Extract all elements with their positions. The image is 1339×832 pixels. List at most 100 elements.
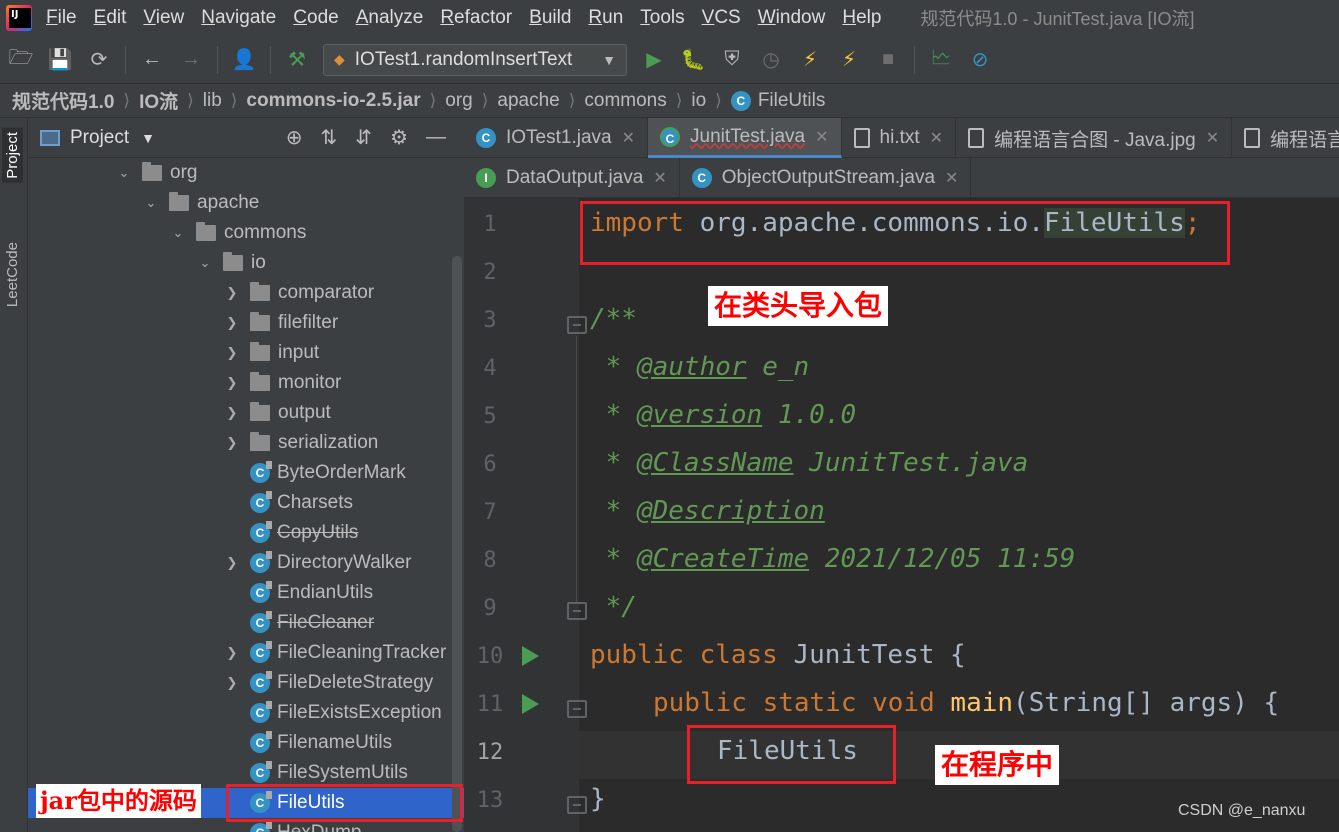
editor-tab[interactable]: C JunitTest.java ✕ <box>648 118 842 158</box>
tree-class-FileDeleteStrategy[interactable]: ❯ C FileDeleteStrategy <box>28 668 464 698</box>
close-icon[interactable]: ✕ <box>653 168 666 188</box>
breadcrumb-lib[interactable]: lib <box>203 90 222 112</box>
expand-all-icon[interactable]: ⇅ <box>321 125 338 150</box>
forward-arrow-icon[interactable]: → <box>178 47 204 73</box>
coverage-icon[interactable]: ⛨ <box>719 47 745 73</box>
tree-class-EndianUtils[interactable]: C EndianUtils <box>28 578 464 608</box>
breadcrumb-project[interactable]: 规范代码1.0 <box>12 87 114 114</box>
run-configuration-select[interactable]: ◆ IOTest1.randomInsertText ▼ <box>323 43 627 76</box>
close-icon[interactable]: ✕ <box>622 128 635 148</box>
tree-folder-monitor[interactable]: ❯ monitor <box>28 368 464 398</box>
close-icon[interactable]: ✕ <box>945 168 958 188</box>
chevron-down-icon[interactable]: ⌄ <box>197 255 213 271</box>
fold-toggle-icon[interactable] <box>567 602 587 620</box>
menu-navigate[interactable]: Navigate <box>201 7 276 29</box>
menu-window[interactable]: Window <box>758 7 826 29</box>
tree-folder-org[interactable]: ⌄ org <box>28 158 464 188</box>
tree-folder-commons[interactable]: ⌄ commons <box>28 218 464 248</box>
chevron-right-icon[interactable]: ❯ <box>224 435 240 451</box>
menu-build[interactable]: Build <box>529 7 571 29</box>
menu-run[interactable]: Run <box>588 7 623 29</box>
lightning-icon[interactable]: ⚡ <box>797 47 823 73</box>
debug-bug-icon[interactable]: 🐛 <box>680 47 706 73</box>
save-icon[interactable]: 💾 <box>47 47 73 73</box>
editor-tab[interactable]: C ObjectOutputStream.java ✕ <box>680 158 972 198</box>
menu-analyze[interactable]: Analyze <box>356 7 424 29</box>
stop-icon[interactable]: ■ <box>875 47 901 73</box>
tree-folder-apache[interactable]: ⌄ apache <box>28 188 464 218</box>
editor-tab[interactable]: 编程语言 <box>1232 118 1339 158</box>
minimize-icon[interactable]: — <box>426 126 446 149</box>
tree-folder-filefilter[interactable]: ❯ filefilter <box>28 308 464 338</box>
menu-code[interactable]: Code <box>293 7 338 29</box>
breadcrumb-commons[interactable]: commons <box>584 90 666 112</box>
chevron-right-icon[interactable]: ❯ <box>224 645 240 661</box>
prohibited-icon[interactable]: ⊘ <box>967 47 993 73</box>
chevron-right-icon[interactable]: ❯ <box>224 315 240 331</box>
close-icon[interactable]: ✕ <box>815 127 828 147</box>
profile-icon[interactable]: ◷ <box>758 47 784 73</box>
chevron-down-icon[interactable]: ⌄ <box>170 225 186 241</box>
sync-icon[interactable]: ⟳ <box>86 47 112 73</box>
tree-class-FileCleaningTracker[interactable]: ❯ C FileCleaningTracker <box>28 638 464 668</box>
project-tool-tab[interactable]: Project <box>2 128 23 183</box>
menu-help[interactable]: Help <box>842 7 881 29</box>
chevron-right-icon[interactable]: ❯ <box>224 405 240 421</box>
tree-folder-output[interactable]: ❯ output <box>28 398 464 428</box>
open-folder-icon[interactable]: 🗁 <box>8 47 34 73</box>
breadcrumb-apache[interactable]: apache <box>497 90 559 112</box>
menu-edit[interactable]: Edit <box>94 7 127 29</box>
chevron-right-icon[interactable]: ❯ <box>224 285 240 301</box>
close-icon[interactable]: ✕ <box>930 128 943 148</box>
editor-tab[interactable]: C IOTest1.java ✕ <box>464 118 649 158</box>
breadcrumb-module[interactable]: IO流 <box>139 87 178 114</box>
tree-folder-io[interactable]: ⌄ io <box>28 248 464 278</box>
tree-class-FileCleaner[interactable]: C FileCleaner <box>28 608 464 638</box>
menu-vcs[interactable]: VCS <box>702 7 741 29</box>
tree-class-ByteOrderMark[interactable]: C ByteOrderMark <box>28 458 464 488</box>
run-class-icon[interactable] <box>522 646 539 666</box>
tree-folder-serialization[interactable]: ❯ serialization <box>28 428 464 458</box>
leetcode-tool-tab[interactable]: LeetCode <box>2 238 23 311</box>
chevron-down-icon[interactable]: ▼ <box>141 130 155 146</box>
chevron-down-icon[interactable]: ⌄ <box>143 195 159 211</box>
breadcrumb-org[interactable]: org <box>445 90 472 112</box>
chevron-right-icon[interactable]: ❯ <box>224 675 240 691</box>
editor-tab[interactable]: 编程语言合图 - Java.jpg ✕ <box>956 118 1233 158</box>
back-arrow-icon[interactable]: ← <box>139 47 165 73</box>
collapse-all-icon[interactable]: ⇵ <box>355 125 372 150</box>
build-hammer-icon[interactable]: ⚒ <box>284 47 310 73</box>
fold-toggle-icon[interactable] <box>567 700 587 718</box>
user-icon[interactable]: 👤 <box>231 47 257 73</box>
breadcrumb-class[interactable]: FileUtils <box>758 90 826 112</box>
tree-class-DirectoryWalker[interactable]: ❯ C DirectoryWalker <box>28 548 464 578</box>
lightning-debug-icon[interactable]: ⚡ <box>836 47 862 73</box>
editor-tab[interactable]: hi.txt ✕ <box>842 118 957 158</box>
close-icon[interactable]: ✕ <box>1206 128 1219 148</box>
chevron-right-icon[interactable]: ❯ <box>224 345 240 361</box>
tree-folder-input[interactable]: ❯ input <box>28 338 464 368</box>
tree-class-CopyUtils[interactable]: C CopyUtils <box>28 518 464 548</box>
menu-refactor[interactable]: Refactor <box>440 7 512 29</box>
menu-view[interactable]: View <box>143 7 184 29</box>
run-main-icon[interactable] <box>522 694 539 714</box>
project-scrollbar[interactable] <box>452 256 462 832</box>
chevron-right-icon[interactable]: ❯ <box>224 375 240 391</box>
breadcrumb-io[interactable]: io <box>691 90 706 112</box>
menu-file[interactable]: File <box>46 7 77 29</box>
chevron-right-icon[interactable]: ❯ <box>224 555 240 571</box>
tree-folder-comparator[interactable]: ❯ comparator <box>28 278 464 308</box>
menu-tools[interactable]: Tools <box>640 7 684 29</box>
tree-class-Charsets[interactable]: C Charsets <box>28 488 464 518</box>
locate-target-icon[interactable]: ⊕ <box>286 125 303 150</box>
settings-gear-icon[interactable]: ⚙ <box>390 125 408 150</box>
tree-class-FileExistsException[interactable]: C FileExistsException <box>28 698 464 728</box>
fold-toggle-icon[interactable] <box>567 796 587 814</box>
project-panel-title[interactable]: Project <box>70 127 129 149</box>
chevron-down-icon[interactable]: ⌄ <box>116 165 132 181</box>
fold-toggle-icon[interactable] <box>567 316 587 334</box>
editor-tab[interactable]: I DataOutput.java ✕ <box>464 158 680 198</box>
run-icon[interactable]: ▶ <box>641 47 667 73</box>
monitor-chart-icon[interactable]: 🗠 <box>928 47 954 73</box>
breadcrumb-jar[interactable]: commons-io-2.5.jar <box>246 90 420 112</box>
